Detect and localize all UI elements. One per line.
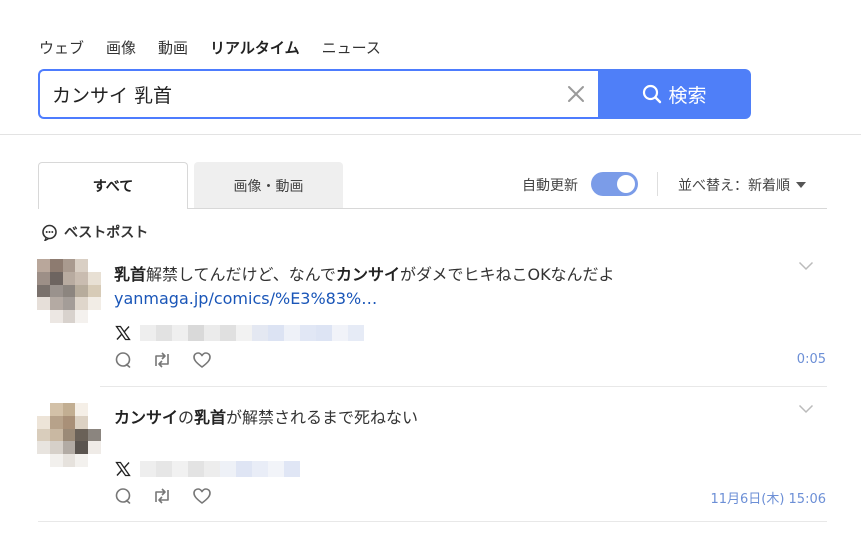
post-text-segment: がダメでヒキねこOKなんだよ [399, 265, 615, 284]
search-vertical-nav: ウェブ 画像 動画 リアルタイム ニュース [39, 38, 403, 58]
best-posts-label: ベストポスト [64, 225, 149, 241]
post-divider [100, 386, 827, 387]
tab-all-label: すべて [92, 179, 134, 195]
avatar[interactable] [37, 259, 101, 323]
repost-icon[interactable] [152, 351, 172, 369]
like-heart-icon[interactable] [192, 487, 212, 505]
post-text-segment: の [178, 408, 195, 427]
search-box [38, 69, 598, 119]
blurred-account-name [140, 325, 364, 341]
highlighted-keyword: カンサイ [335, 265, 400, 284]
post-divider [38, 521, 827, 522]
post-link[interactable]: yanmaga.jp/comics/%E3%83%… [114, 289, 377, 308]
x-logo-icon[interactable] [115, 325, 131, 341]
post-actions [114, 351, 212, 369]
tab-images-videos-label: 画像・動画 [233, 178, 304, 195]
nav-videos[interactable]: 動画 [158, 38, 188, 58]
search-input[interactable] [52, 80, 552, 108]
post-text-segment: が解禁されるまで死ねない [226, 408, 419, 427]
post-time[interactable]: 11月6日(木) 15:06 [710, 488, 826, 507]
toggle-knob [617, 175, 635, 193]
reply-icon[interactable] [114, 487, 132, 505]
tab-underline [188, 208, 827, 209]
like-heart-icon[interactable] [192, 351, 212, 369]
avatar[interactable] [37, 403, 101, 467]
x-logo-icon[interactable] [115, 461, 131, 477]
tab-all[interactable]: すべて [38, 162, 188, 209]
header-divider [0, 134, 861, 135]
clear-icon[interactable] [566, 84, 586, 104]
search-icon [643, 84, 662, 104]
sort-label: 並べ替え：新着順 [678, 178, 790, 194]
controls-separator [657, 172, 658, 196]
blurred-account-name [140, 461, 300, 477]
post-time[interactable]: 0:05 [797, 352, 826, 367]
tab-images-videos[interactable]: 画像・動画 [194, 162, 343, 209]
nav-images[interactable]: 画像 [106, 38, 136, 58]
speech-bubble-icon [42, 224, 57, 241]
caret-down-icon [796, 182, 806, 188]
search-button-label: 検索 [668, 84, 707, 107]
reply-icon[interactable] [114, 351, 132, 369]
repost-icon[interactable] [152, 487, 172, 505]
search-button[interactable]: 検索 [598, 69, 751, 119]
post-actions [114, 487, 212, 505]
highlighted-keyword: 乳首 [194, 408, 227, 427]
post-text: 乳首解禁してんだけど、なんでカンサイがダメでヒキねこOKなんだよ [114, 261, 615, 285]
auto-update-toggle[interactable] [591, 172, 638, 196]
auto-update-label: 自動更新 [522, 178, 578, 194]
chevron-down-icon[interactable] [798, 404, 814, 414]
highlighted-keyword: 乳首 [114, 265, 147, 284]
highlighted-keyword: カンサイ [114, 408, 179, 427]
sort-dropdown[interactable]: 並べ替え：新着順 [678, 175, 806, 195]
nav-news[interactable]: ニュース [322, 38, 381, 58]
post-text: カンサイの乳首が解禁されるまで死ねない [114, 404, 418, 428]
nav-realtime[interactable]: リアルタイム [210, 38, 300, 58]
post-text-segment: 解禁してんだけど、なんで [146, 265, 336, 284]
best-posts-header: ベストポスト [41, 222, 148, 242]
nav-web[interactable]: ウェブ [39, 38, 84, 58]
chevron-down-icon[interactable] [798, 261, 814, 271]
